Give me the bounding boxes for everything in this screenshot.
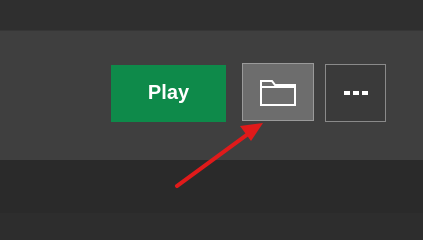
ellipsis-icon — [343, 90, 368, 96]
play-button[interactable]: Play — [111, 65, 226, 122]
top-area — [0, 0, 423, 30]
bottom-area — [0, 160, 423, 213]
open-folder-button[interactable] — [242, 63, 314, 121]
folder-icon — [259, 77, 297, 107]
more-options-button[interactable] — [325, 64, 386, 122]
